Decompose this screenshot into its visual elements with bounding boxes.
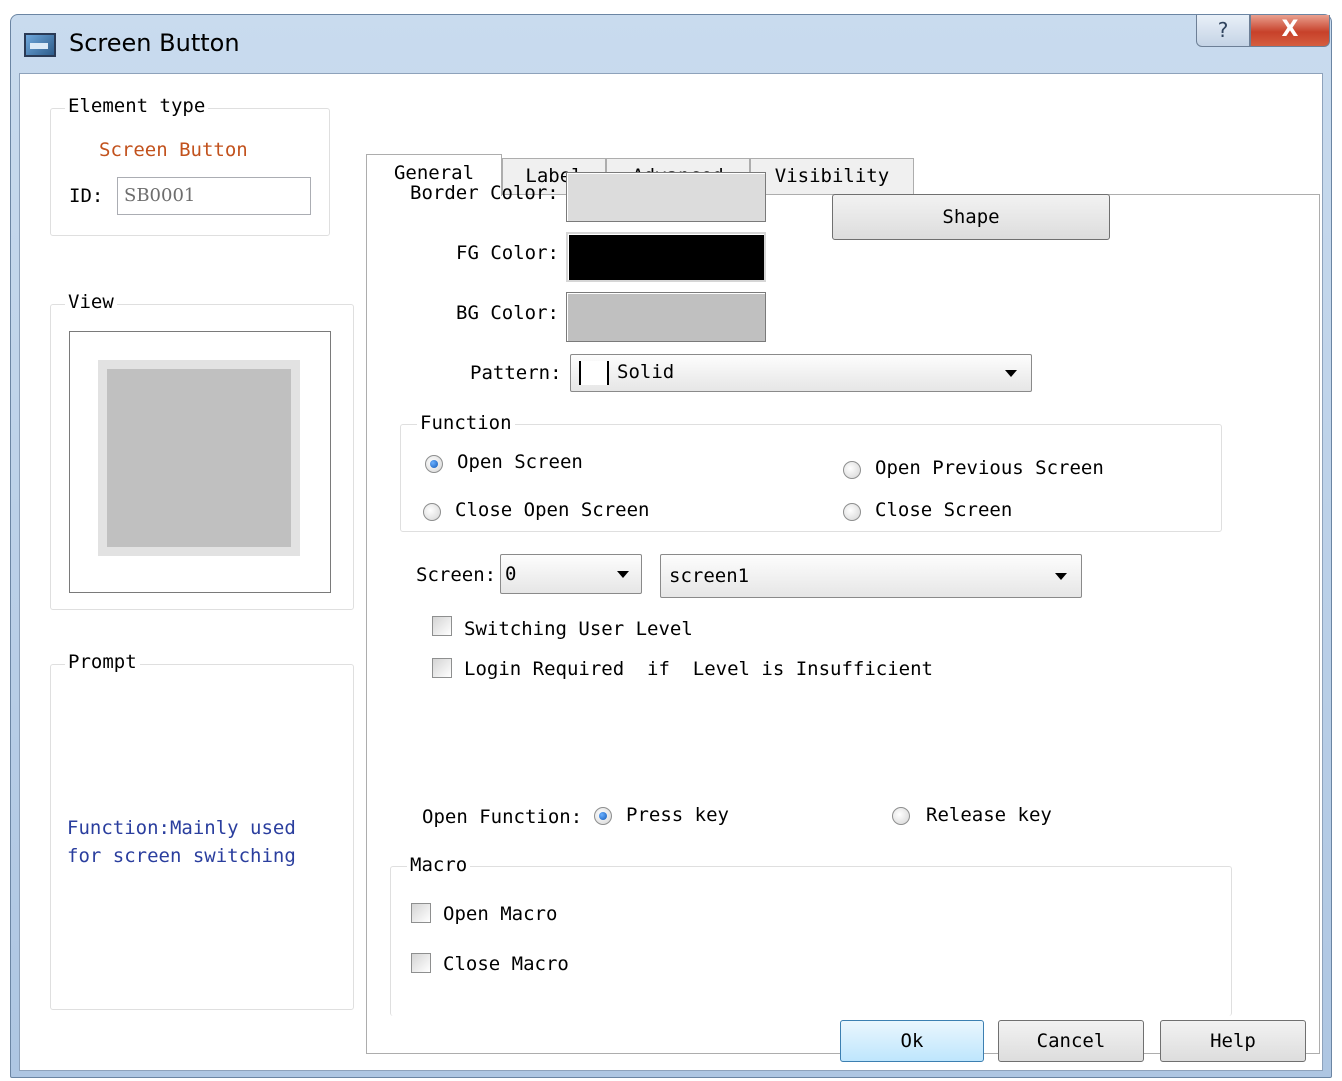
border-color-swatch[interactable] (566, 172, 766, 222)
window-icon (24, 33, 56, 57)
chevron-down-icon (1005, 370, 1017, 377)
switching-user-level-label[interactable]: Switching User Level (464, 618, 693, 640)
border-color-label: Border Color: (410, 182, 559, 204)
preview-button (107, 369, 291, 547)
dialog-client: Element type Screen Button ID: SB0001 Vi… (19, 73, 1323, 1071)
prompt-legend: Prompt (65, 651, 140, 673)
open-macro-label[interactable]: Open Macro (443, 903, 557, 925)
close-screen-label[interactable]: Close Screen (875, 499, 1012, 521)
pattern-label: Pattern: (470, 362, 562, 384)
login-required-checkbox[interactable] (432, 658, 452, 678)
pattern-dropdown[interactable]: Solid (570, 354, 1032, 392)
press-key-label[interactable]: Press key (626, 804, 729, 826)
ok-button[interactable]: Ok (840, 1020, 984, 1062)
title-close-button[interactable]: X (1250, 15, 1330, 47)
fg-color-label: FG Color: (456, 242, 559, 264)
prompt-text-line-1: Function:Mainly used (67, 817, 296, 839)
open-screen-label[interactable]: Open Screen (457, 451, 583, 473)
function-legend: Function (417, 412, 515, 434)
close-open-screen-label[interactable]: Close Open Screen (455, 499, 649, 521)
login-required-label[interactable]: Login Required if Level is Insufficient (464, 658, 933, 680)
radio-release-key[interactable] (892, 807, 910, 825)
chevron-down-icon (617, 571, 629, 578)
screen-number-dropdown[interactable]: 0 (500, 554, 642, 594)
screen-name-value: screen1 (669, 565, 750, 587)
view-legend: View (65, 291, 117, 313)
element-type-group: Element type Screen Button ID: SB0001 (50, 95, 330, 236)
open-function-label: Open Function: (422, 806, 583, 828)
radio-open-screen[interactable] (425, 455, 443, 473)
element-type-legend: Element type (65, 95, 209, 117)
screen-number-value: 0 (505, 563, 517, 585)
bg-color-label: BG Color: (456, 302, 559, 324)
prompt-text-line-2: for screen switching (67, 845, 296, 867)
shape-button[interactable]: Shape (832, 194, 1110, 240)
title-help-button[interactable]: ? (1196, 15, 1250, 47)
element-type-value: Screen Button (99, 139, 248, 161)
preview-border (98, 360, 300, 556)
window-title: Screen Button (69, 29, 240, 57)
screen-label: Screen: (416, 564, 497, 586)
id-field[interactable]: SB0001 (117, 177, 311, 215)
pattern-swatch (579, 361, 609, 385)
chevron-down-icon (1055, 573, 1067, 580)
switching-user-level-checkbox[interactable] (432, 616, 452, 636)
id-label: ID: (69, 185, 104, 207)
cancel-button[interactable]: Cancel (998, 1020, 1144, 1062)
fg-color-swatch[interactable] (566, 232, 766, 282)
radio-open-previous-screen[interactable] (843, 461, 861, 479)
radio-close-screen[interactable] (843, 503, 861, 521)
view-frame (69, 331, 331, 593)
prompt-group: Prompt Function:Mainly used for screen s… (50, 651, 354, 1010)
radio-press-key[interactable] (594, 807, 612, 825)
tab-visibility[interactable]: Visibility (750, 158, 914, 194)
title-bar[interactable]: Screen Button ? X (11, 15, 1331, 73)
release-key-label[interactable]: Release key (926, 804, 1052, 826)
macro-group: Macro Open Macro Close Macro (390, 854, 1232, 1016)
pattern-value: Solid (617, 361, 675, 383)
bg-color-swatch[interactable] (566, 292, 766, 342)
radio-close-open-screen[interactable] (423, 503, 441, 521)
close-macro-checkbox[interactable] (411, 953, 431, 973)
help-button[interactable]: Help (1160, 1020, 1306, 1062)
function-group: Function Open Screen Open Previous Scree… (400, 412, 1222, 532)
screen-button-dialog: Screen Button ? X Element type Screen Bu… (10, 14, 1332, 1078)
macro-legend: Macro (407, 854, 471, 876)
view-group: View (50, 291, 354, 610)
open-macro-checkbox[interactable] (411, 903, 431, 923)
screen-name-dropdown[interactable]: screen1 (660, 554, 1082, 598)
close-macro-label[interactable]: Close Macro (443, 953, 569, 975)
open-previous-screen-label[interactable]: Open Previous Screen (875, 457, 1104, 479)
